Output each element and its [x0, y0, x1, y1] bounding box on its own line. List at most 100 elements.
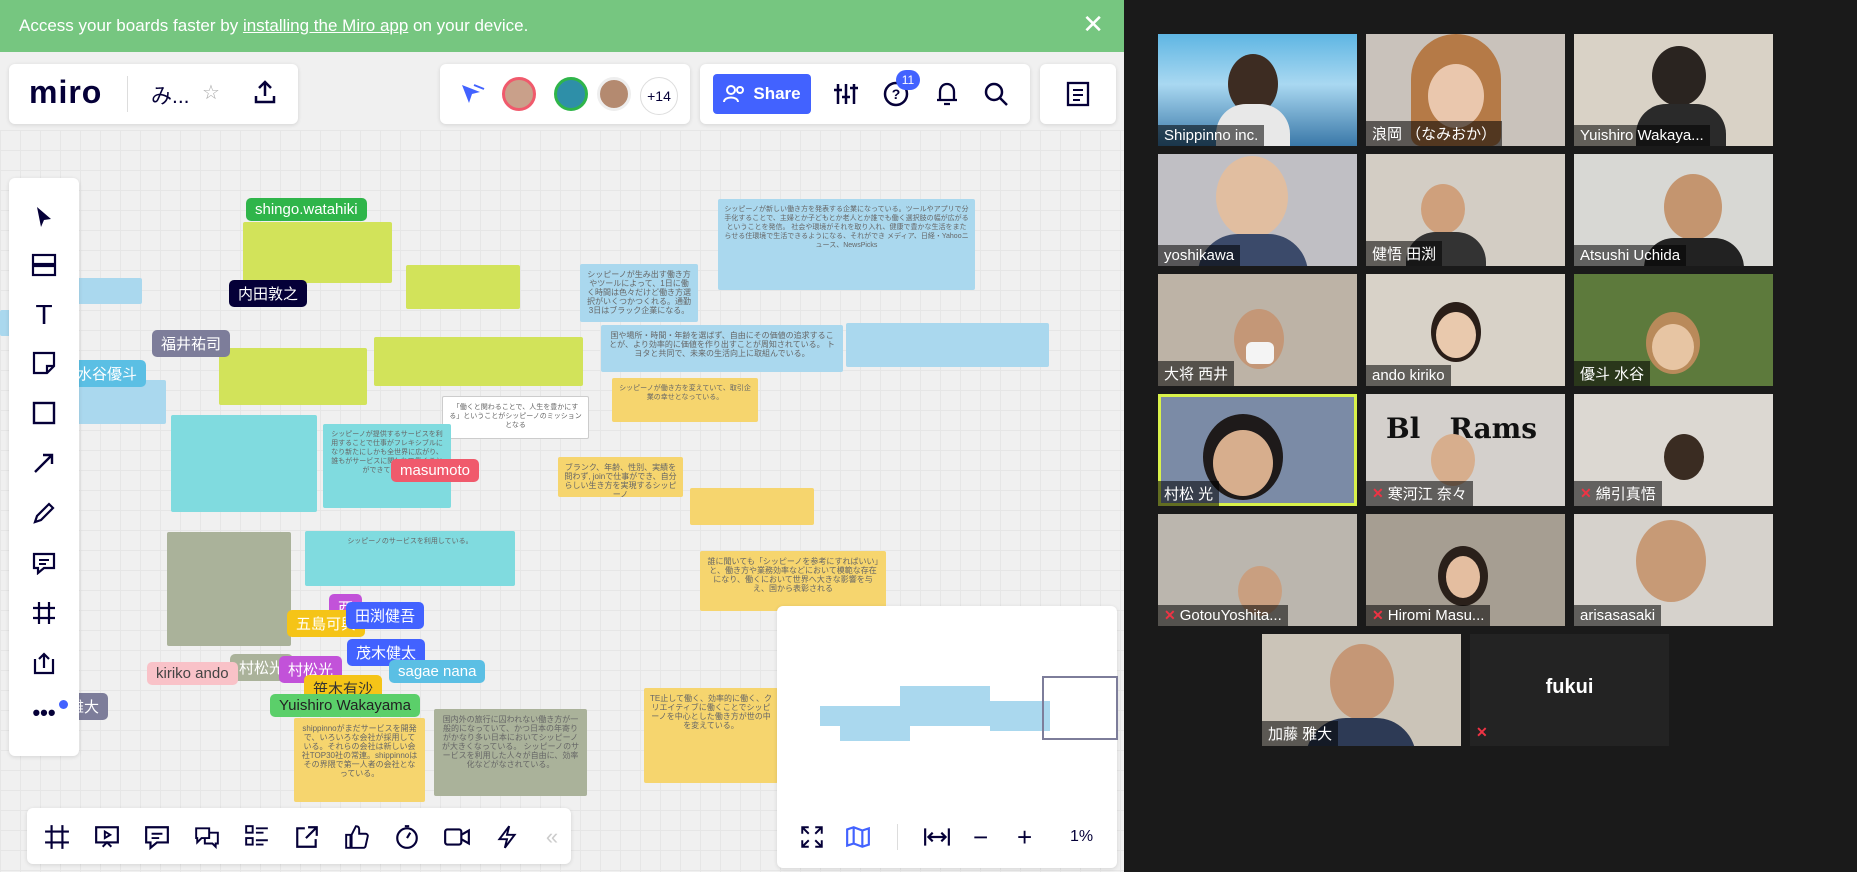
avatar[interactable]	[597, 77, 631, 111]
share-screen-icon[interactable]	[292, 822, 322, 852]
zoom-in-icon[interactable]: +	[1017, 822, 1032, 853]
install-app-link[interactable]: installing the Miro app	[243, 16, 408, 35]
sticky-note[interactable]	[171, 415, 317, 512]
sticky-note[interactable]: shippinnoがまだサービスを開発で、いろいろな会社が採用している。それらの…	[294, 718, 425, 802]
participant-name: 健悟 田渕	[1366, 241, 1443, 266]
sticky-note[interactable]	[846, 323, 1049, 367]
minimap-viewport[interactable]	[1042, 676, 1118, 740]
more-tools-icon[interactable]: •••	[29, 698, 59, 728]
sticky-note[interactable]: シッピーノが新しい働き方を発表する企業になっている。ツールやアプリで分手化するこ…	[718, 199, 975, 290]
video-tile[interactable]: 健悟 田渕	[1366, 154, 1565, 266]
participant-video	[1431, 434, 1475, 486]
thumbs-up-icon[interactable]	[342, 822, 372, 852]
presentation-icon[interactable]	[92, 822, 122, 852]
shape-icon[interactable]	[29, 398, 59, 428]
sticky-note[interactable]	[374, 337, 583, 386]
video-tile[interactable]: ✕ GotouYoshita...	[1158, 514, 1357, 626]
sticky-note[interactable]	[243, 222, 392, 283]
share-button[interactable]: Share	[713, 74, 811, 114]
video-icon[interactable]	[442, 822, 472, 852]
pen-icon[interactable]	[29, 498, 59, 528]
sticky-note[interactable]: 国や場所・時間・年齢を選ばず、自由にその価値の追求することが、より効率的に価値を…	[601, 325, 843, 372]
miro-logo[interactable]: miro	[29, 74, 102, 111]
video-tile-active-speaker[interactable]: 村松 光	[1158, 394, 1357, 506]
participant-name: 優斗 水谷	[1574, 361, 1651, 386]
sticky-note[interactable]	[219, 348, 367, 405]
video-tile[interactable]: 優斗 水谷	[1574, 274, 1773, 386]
sticky-note[interactable]: シッピーノが生み出す働き方やツールによって、1日に働く時間は色々だけど働き方選択…	[580, 264, 698, 322]
zoom-level[interactable]: 1%	[1070, 828, 1093, 846]
sticky-note[interactable]: ブランク、年齢、性別、実績を問わず, joinで仕事ができ、自分らしい生き方を実…	[558, 457, 683, 497]
board-title[interactable]: み...	[151, 80, 190, 110]
follow-cursor-icon[interactable]	[458, 81, 486, 112]
sticky-note[interactable]: 国内外の旅行に囚われない働き方が一般的になっていて、かつ日本の年寄りがかなり多い…	[434, 709, 587, 796]
fullscreen-icon[interactable]	[799, 824, 825, 855]
text-tool-icon[interactable]: T	[29, 299, 59, 330]
participant-name: 加藤 雅大	[1262, 721, 1339, 746]
avatar[interactable]	[554, 77, 588, 111]
video-tile[interactable]: Shippinno inc.	[1158, 34, 1357, 146]
search-icon[interactable]	[982, 80, 1010, 113]
export-icon[interactable]	[251, 78, 279, 111]
participant-video	[1664, 174, 1722, 240]
cards-icon[interactable]	[242, 822, 272, 852]
video-tile[interactable]: 浪岡 （なみおか）	[1366, 34, 1565, 146]
settings-sliders-icon[interactable]	[832, 80, 860, 113]
lightning-icon[interactable]	[492, 822, 522, 852]
video-tile[interactable]: arisasasaki	[1574, 514, 1773, 626]
notification-dot	[59, 700, 68, 709]
sticky-note[interactable]	[167, 532, 291, 646]
sticky-note[interactable]: TE止して働く、効率的に働く、クリエイティブに働くことでシッピーノを中心とした働…	[644, 688, 778, 783]
mic-muted-icon: ✕	[1372, 485, 1384, 501]
participant-video	[1216, 156, 1288, 238]
upload-icon[interactable]	[29, 648, 59, 678]
fit-width-icon[interactable]	[923, 824, 951, 855]
video-tile-camera-off[interactable]: fukui ✕	[1470, 634, 1669, 746]
participant-video	[1652, 324, 1694, 370]
avatar[interactable]	[502, 77, 536, 111]
cursor-label: 田渕健吾	[346, 602, 425, 629]
video-tile[interactable]: ✕ Hiromi Masu...	[1366, 514, 1565, 626]
sticky-note[interactable]: 「働くと関わることで、人生を豊かにする」ということがシッピーノのミッションとなる	[442, 396, 589, 439]
frame-icon[interactable]	[29, 598, 59, 628]
sticky-note[interactable]	[690, 488, 814, 525]
sticky-note[interactable]: シッピーノが働き方を変えていて、取引企業の幸せとなっている。	[612, 378, 758, 422]
sticky-note[interactable]: シッピーノのサービスを利用している。	[305, 531, 515, 586]
video-tile[interactable]: Yuishiro Wakaya...	[1574, 34, 1773, 146]
install-banner: Access your boards faster by installing …	[0, 0, 1124, 52]
comments-icon[interactable]	[142, 822, 172, 852]
participant-name: 村松 光	[1158, 481, 1220, 506]
close-banner-icon[interactable]: ✕	[1082, 10, 1104, 38]
zoom-out-icon[interactable]: −	[973, 822, 988, 853]
participant-name: 浪岡 （なみおか）	[1366, 121, 1503, 146]
video-tile[interactable]: yoshikawa	[1158, 154, 1357, 266]
frames-icon[interactable]	[42, 822, 72, 852]
sticky-note[interactable]	[406, 265, 520, 309]
video-tile[interactable]: ✕ 綿引真悟	[1574, 394, 1773, 506]
star-icon[interactable]: ☆	[202, 80, 220, 105]
map-icon[interactable]	[845, 824, 871, 855]
bell-icon[interactable]	[933, 80, 961, 113]
sticky-note[interactable]: 誰に聞いても「シッピーノを参考にすればいい」と、働き方や業務効率などにおいて模範…	[700, 551, 886, 611]
video-tile[interactable]: ando kiriko	[1366, 274, 1565, 386]
sticky-note-icon[interactable]	[29, 348, 59, 378]
participant-video	[1436, 312, 1476, 358]
video-tile[interactable]: 加藤 雅大	[1262, 634, 1461, 746]
arrow-line-icon[interactable]	[29, 448, 59, 478]
video-tile[interactable]: Atsushi Uchida	[1574, 154, 1773, 266]
divider	[127, 76, 128, 112]
templates-icon[interactable]	[29, 250, 59, 280]
more-collaborators-badge[interactable]: +14	[640, 77, 678, 115]
notes-icon[interactable]	[1064, 80, 1092, 113]
collaborators-bar: +14	[440, 64, 690, 124]
minimap-view[interactable]	[780, 676, 1118, 786]
timer-icon[interactable]	[392, 822, 422, 852]
chat-icon[interactable]	[192, 822, 222, 852]
select-cursor-icon[interactable]	[29, 202, 59, 232]
video-tile[interactable]: 大将 西井	[1158, 274, 1357, 386]
participant-video	[1330, 644, 1394, 720]
comment-icon[interactable]	[29, 548, 59, 578]
video-tile[interactable]: Bl Rams ✕ 寒河江 奈々	[1366, 394, 1565, 506]
mic-muted-icon: ✕	[1476, 724, 1488, 740]
collapse-icon[interactable]: «	[537, 822, 567, 852]
